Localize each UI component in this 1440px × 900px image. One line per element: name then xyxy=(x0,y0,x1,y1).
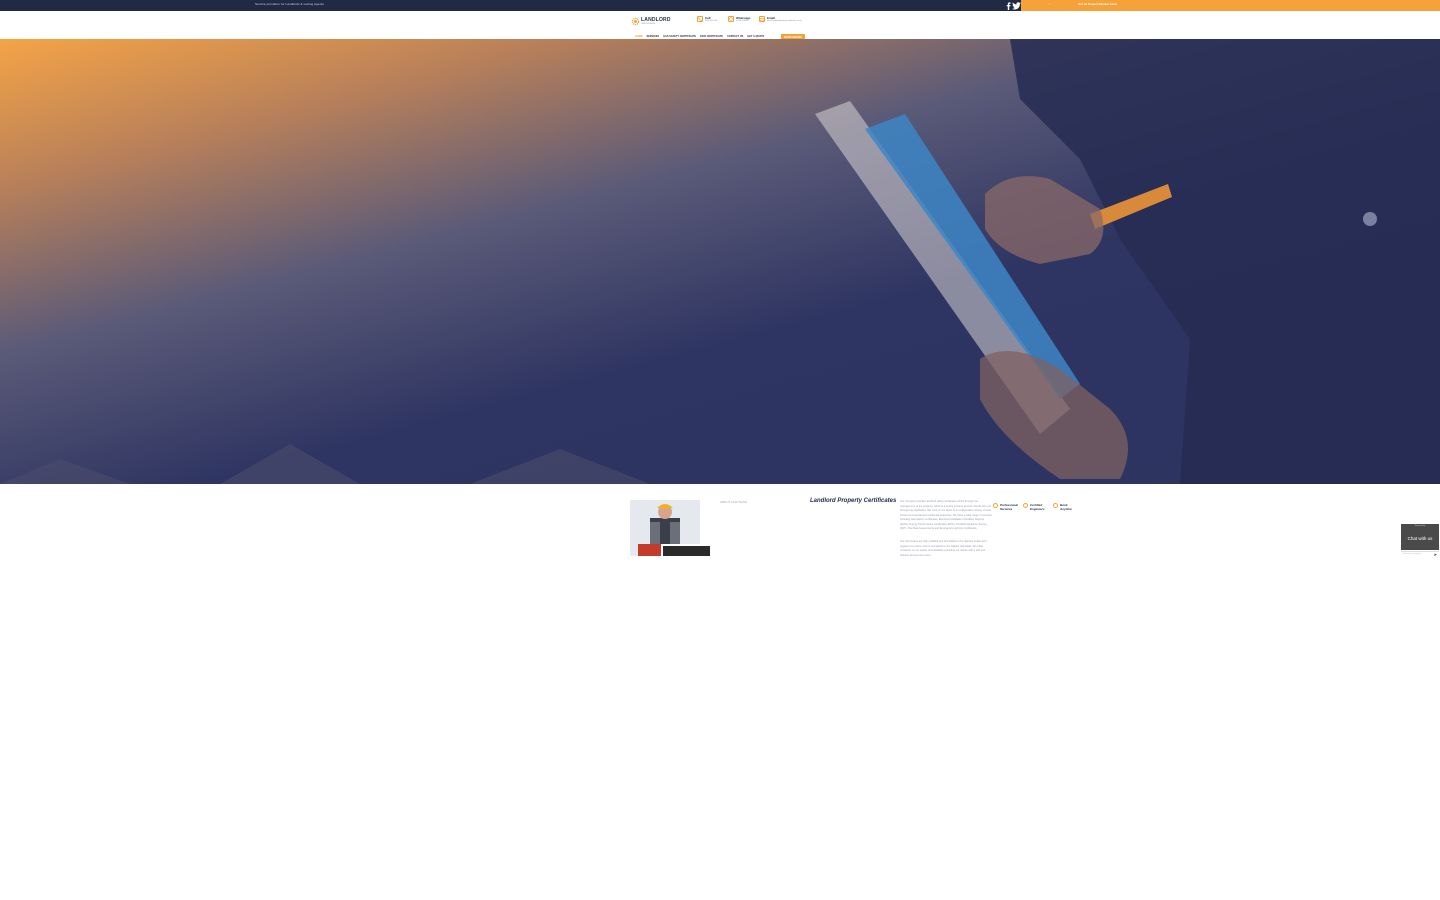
section-paragraph-1: Our company provides landlord safety cer… xyxy=(900,500,992,530)
feature-label: Professional Services xyxy=(1000,503,1019,511)
top-bar: Service providers for Landlords & Lettin… xyxy=(0,0,1440,11)
logo-gear-icon xyxy=(631,17,640,26)
chat-input-bar[interactable]: Enter your message... ➤ xyxy=(1401,551,1439,557)
topbar-cta-strip[interactable]: › Get an Expert Advisor Here xyxy=(1021,0,1440,11)
page: Service providers for Landlords & Lettin… xyxy=(0,0,1440,900)
section-title: Landlord Property Certificates xyxy=(810,498,897,504)
contact-whatsapp-value: 07000 000000 xyxy=(736,20,749,22)
nav-item-contact[interactable]: CONTACT US xyxy=(727,35,743,38)
chat-input-placeholder[interactable]: Enter your message... xyxy=(1403,553,1423,555)
video-thumbnail[interactable] xyxy=(661,544,710,556)
nav-item-quote[interactable]: GET A QUOTE xyxy=(747,35,764,38)
feature-professional: Professional Services xyxy=(993,503,1019,511)
nav-item-services[interactable]: SERVICES xyxy=(647,35,660,38)
nav-item-home[interactable]: HOME xyxy=(635,35,643,38)
feature-certified: Certified Engineers xyxy=(1023,503,1045,511)
certificate-icon xyxy=(1023,503,1028,508)
hero-banner xyxy=(0,39,1440,484)
feature-label: Certified Engineers xyxy=(1030,503,1045,511)
section-paragraph-2: Our technicians are fully qualified and … xyxy=(900,540,987,556)
topbar-cta-link[interactable]: Get an Expert Advisor Here xyxy=(1078,2,1117,6)
badge-icon xyxy=(993,503,998,508)
contact-call[interactable]: Call 0800 000 000 xyxy=(697,16,717,23)
contact-email[interactable]: Email info@landlordpropertycertificates.… xyxy=(759,16,802,23)
chat-widget[interactable]: Powered by Chat with us xyxy=(1401,524,1439,550)
feature-label: Book Anytime xyxy=(1060,503,1072,511)
calendar-icon xyxy=(1053,503,1058,508)
chat-powered-by: Powered by xyxy=(1414,525,1426,527)
phone-icon xyxy=(697,16,703,22)
feature-book: Book Anytime xyxy=(1053,503,1074,511)
nav-item-eicr[interactable]: EICR CERTIFICATE xyxy=(700,35,723,38)
envelope-icon xyxy=(759,16,765,22)
contact-email-value: info@landlordpropertycertificates.co.uk xyxy=(767,20,802,22)
site-logo[interactable]: LANDLORD CERTIFICATES xyxy=(631,17,671,26)
chevron-right-icon: › xyxy=(1049,2,1050,6)
contact-whatsapp[interactable]: Whatsapp 07000 000000 xyxy=(728,16,750,23)
logo-subtext: CERTIFICATES xyxy=(641,23,656,25)
hero-inspector-image xyxy=(0,39,1440,484)
twitter-icon[interactable] xyxy=(1011,1,1021,10)
nav-item-gas-safety[interactable]: GAS SAFETY CERTIFICATE xyxy=(663,35,696,38)
section-eyebrow: ABOUT OUR TEAM xyxy=(720,500,747,504)
whatsapp-icon xyxy=(728,16,734,22)
chat-label[interactable]: Chat with us xyxy=(1401,536,1439,541)
main-nav: HOME SERVICES GAS SAFETY CERTIFICATE EIC… xyxy=(635,35,764,38)
contact-call-value: 0800 000 000 xyxy=(705,20,718,22)
topbar-tagline: Service providers for Landlords & Lettin… xyxy=(255,2,325,6)
send-icon[interactable]: ➤ xyxy=(1434,552,1437,557)
